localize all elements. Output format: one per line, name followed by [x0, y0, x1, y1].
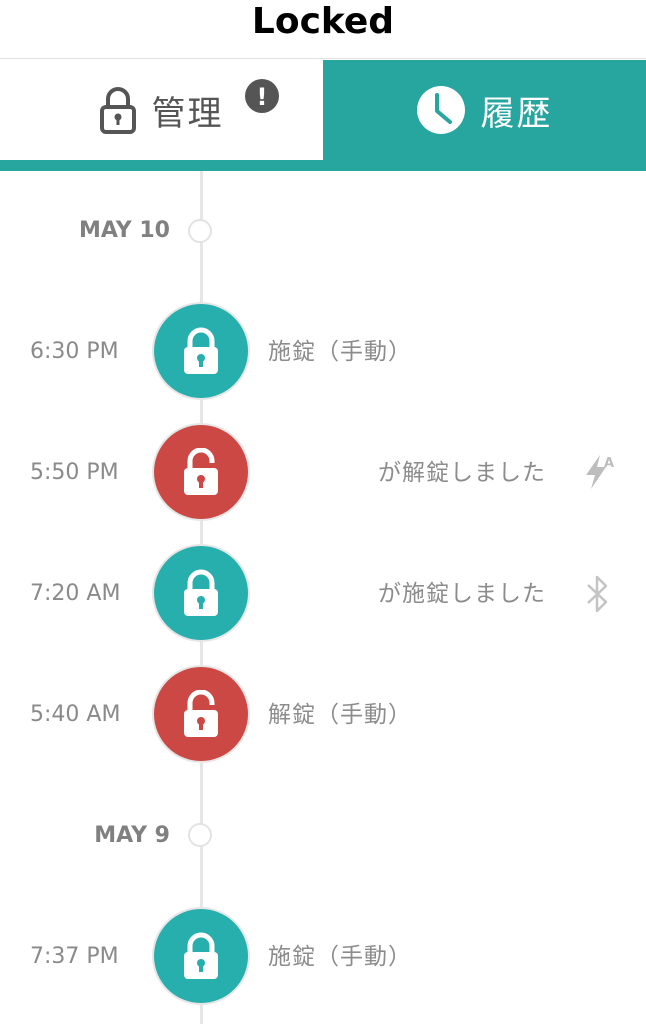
- locked-padlock-icon: [184, 327, 218, 374]
- event-text: 施錠（手動）: [268, 339, 412, 365]
- unlocked-padlock-icon: [184, 690, 218, 737]
- status-locked-button[interactable]: [154, 546, 248, 640]
- header-divider: [0, 58, 646, 59]
- event-time: 7:20 AM: [30, 581, 121, 606]
- padlock-icon: [99, 86, 136, 134]
- svg-text:A: A: [604, 456, 614, 471]
- status-locked-button[interactable]: [154, 909, 248, 1003]
- locked-padlock-icon: [184, 932, 218, 979]
- clock-icon: [416, 86, 465, 134]
- active-tab-indicator: [0, 160, 646, 171]
- date-marker: [188, 219, 212, 243]
- alert-badge-icon: !: [244, 78, 280, 118]
- status-unlocked-button[interactable]: [154, 425, 248, 519]
- event-time: 5:40 AM: [30, 702, 121, 727]
- tab-history[interactable]: 履歴: [323, 60, 646, 160]
- tab-history-label: 履歴: [480, 93, 553, 134]
- bluetooth-icon: [582, 574, 614, 618]
- alert-badge-text: !: [257, 83, 268, 111]
- unlocked-padlock-icon: [184, 448, 218, 495]
- event-text: 解錠（手動）: [268, 702, 412, 728]
- date-label: MAY 9: [94, 823, 170, 848]
- locked-padlock-icon: [184, 569, 218, 616]
- status-unlocked-button[interactable]: [154, 667, 248, 761]
- date-marker: [188, 823, 212, 847]
- tab-manage-label: 管理: [151, 93, 224, 134]
- page-title: Locked: [251, 1, 395, 42]
- event-time: 5:50 PM: [30, 460, 119, 485]
- date-label: MAY 10: [78, 218, 170, 243]
- event-text: 施錠（手動）: [268, 944, 412, 970]
- event-text: が施錠しました: [378, 581, 546, 607]
- event-time: 7:37 PM: [30, 944, 119, 969]
- status-locked-button[interactable]: [154, 304, 248, 398]
- event-time: 6:30 PM: [30, 339, 119, 364]
- auto-unlock-icon: A: [582, 453, 616, 495]
- event-text: が解錠しました: [378, 460, 546, 486]
